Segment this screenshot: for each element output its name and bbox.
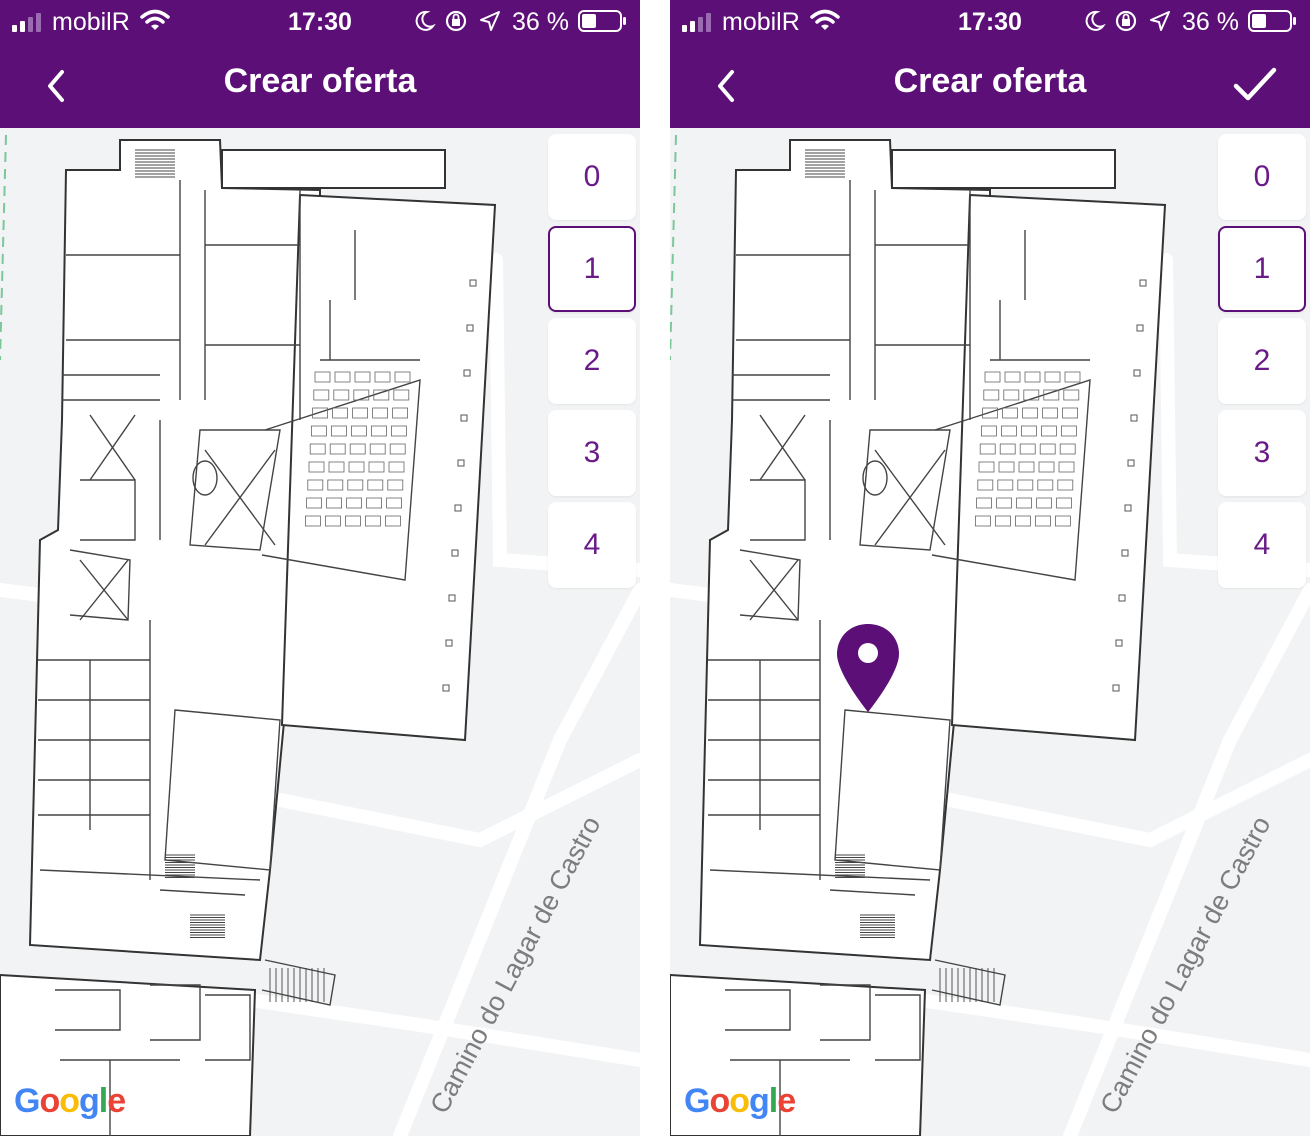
google-logo-o2: o — [59, 1082, 80, 1120]
google-logo: Google — [14, 1082, 126, 1121]
floor-button-0[interactable]: 0 — [1218, 134, 1306, 220]
google-logo-g1: G — [14, 1082, 40, 1120]
map-view[interactable]: Camino do Lagar de Castro — [0, 128, 640, 1136]
floor-button-1[interactable]: 1 — [548, 226, 636, 312]
google-logo-o2: o — [729, 1082, 750, 1120]
floor-button-3[interactable]: 3 — [1218, 410, 1306, 496]
page-title: Crear oferta — [223, 62, 417, 100]
location-pin-icon[interactable] — [835, 622, 901, 714]
map-view[interactable]: Camino do Lagar de Castro — [670, 128, 1310, 1136]
nav-bar: Crear oferta — [670, 42, 1310, 128]
google-logo-o1: o — [39, 1082, 60, 1120]
screen-after: Camino do Lagar de Castro Google mobilR … — [670, 0, 1310, 1136]
google-logo-e: e — [777, 1082, 796, 1120]
rotation-lock-icon — [445, 10, 467, 32]
page-title: Crear oferta — [893, 62, 1087, 100]
floor-button-3[interactable]: 3 — [548, 410, 636, 496]
location-arrow-icon — [1150, 11, 1170, 31]
floor-plan-map — [0, 134, 640, 1136]
floor-plan-map — [670, 134, 1310, 1136]
google-logo-g2: g — [749, 1082, 770, 1120]
status-bar: mobilR 17:30 36 % — [670, 0, 1310, 42]
floor-button-0[interactable]: 0 — [548, 134, 636, 220]
floor-button-2[interactable]: 2 — [548, 318, 636, 404]
google-logo: Google — [684, 1082, 796, 1121]
google-logo-e: e — [107, 1082, 126, 1120]
floor-button-4[interactable]: 4 — [1218, 502, 1306, 588]
confirm-checkmark-button[interactable] — [1232, 64, 1278, 104]
location-arrow-icon — [480, 11, 500, 31]
floor-button-4[interactable]: 4 — [548, 502, 636, 588]
floor-button-1[interactable]: 1 — [1218, 226, 1306, 312]
google-logo-g2: g — [79, 1082, 100, 1120]
google-logo-o1: o — [709, 1082, 730, 1120]
google-logo-g1: G — [684, 1082, 710, 1120]
moon-icon — [415, 10, 436, 31]
battery-icon — [1248, 10, 1296, 32]
google-logo-l: l — [768, 1082, 779, 1120]
battery-icon — [578, 10, 626, 32]
google-logo-l: l — [98, 1082, 109, 1120]
nav-bar: Crear oferta — [0, 42, 640, 128]
battery-percent: 36 % — [1182, 8, 1239, 36]
battery-percent: 36 % — [512, 8, 569, 36]
rotation-lock-icon — [1115, 10, 1137, 32]
moon-icon — [1085, 10, 1106, 31]
floor-button-2[interactable]: 2 — [1218, 318, 1306, 404]
status-bar: mobilR 17:30 36 % — [0, 0, 640, 42]
screen-before: Camino do Lagar de Castro Google mobilR … — [0, 0, 640, 1136]
